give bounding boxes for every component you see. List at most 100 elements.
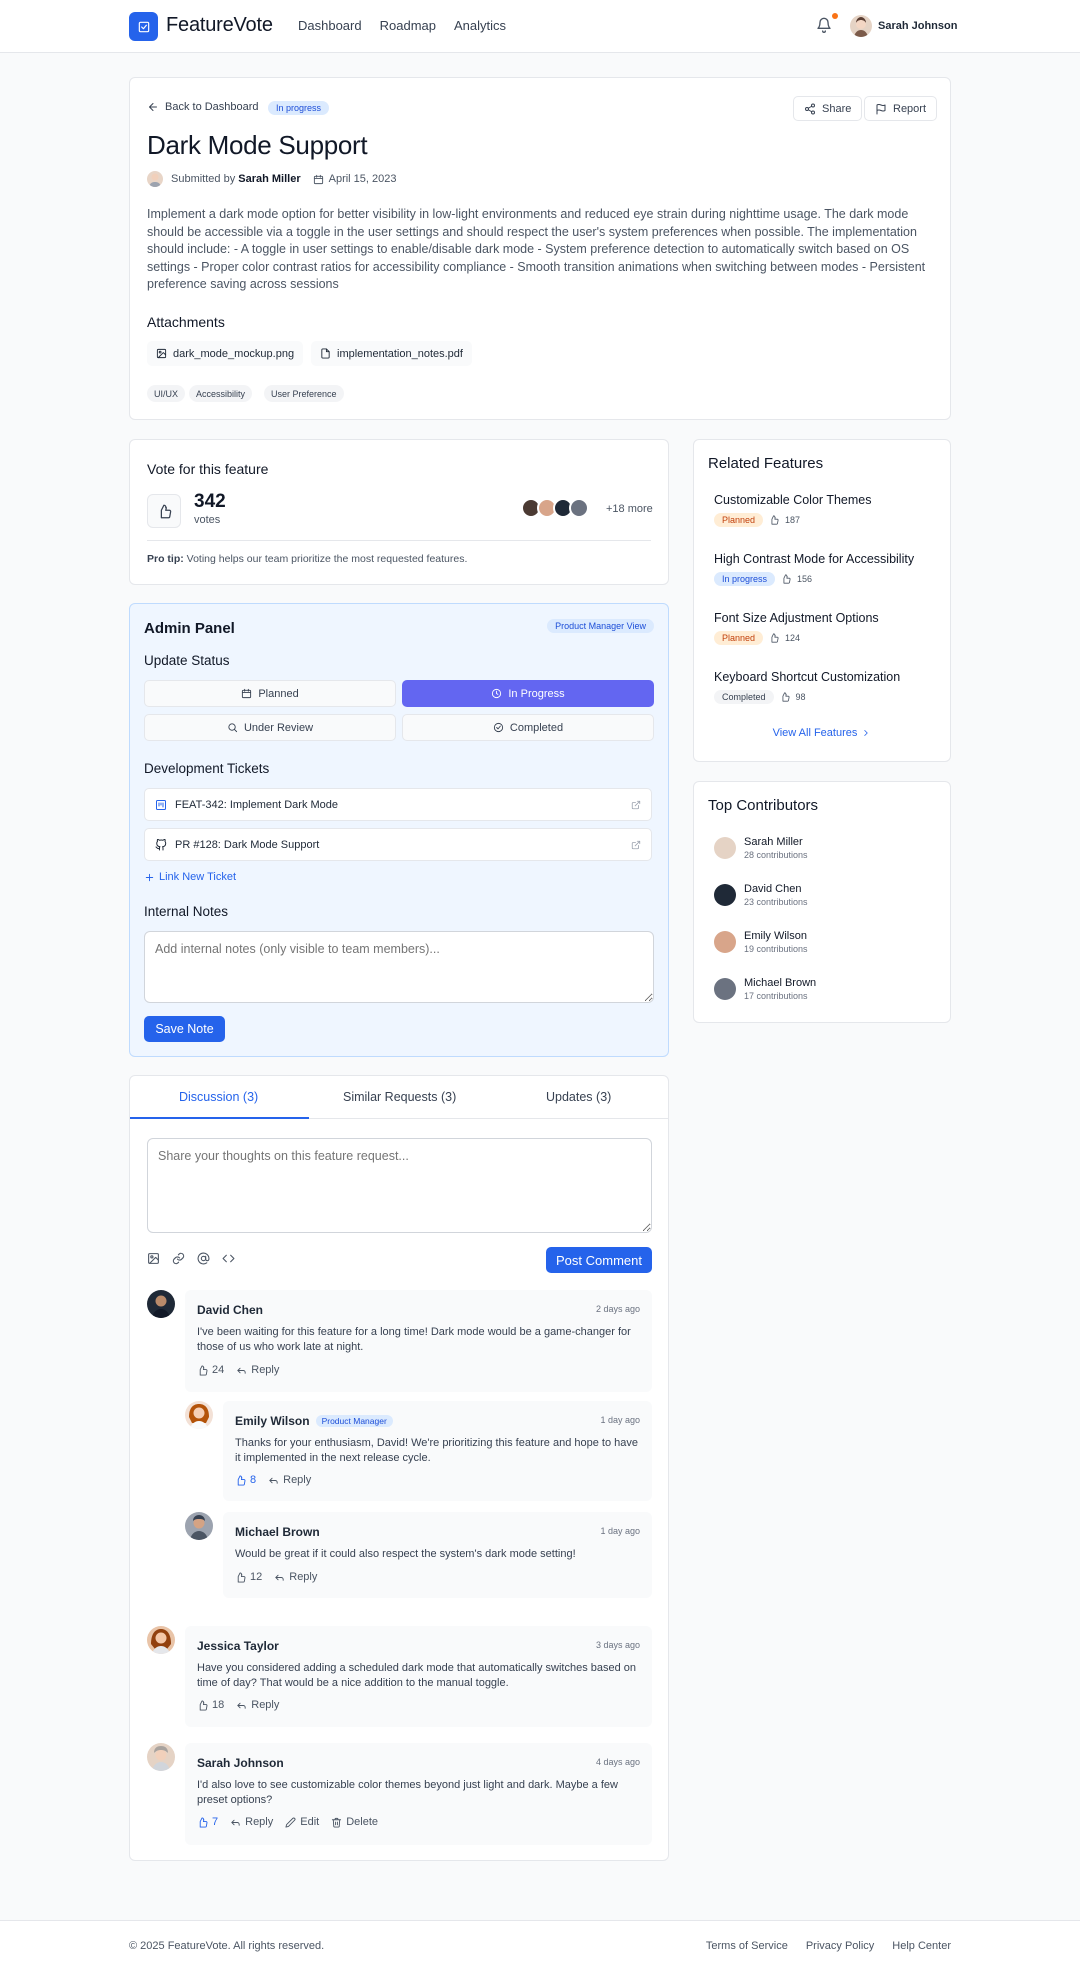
tab-discussion[interactable]: Discussion (3) <box>179 1090 258 1104</box>
user-avatar[interactable] <box>850 15 872 37</box>
more-voters[interactable]: +18 more <box>606 503 653 515</box>
status-in-progress-button[interactable]: In Progress <box>402 680 654 707</box>
reply-label: Reply <box>245 1816 274 1828</box>
logo-text[interactable]: FeatureVote <box>166 14 273 37</box>
reply-button[interactable]: Reply <box>274 1571 317 1583</box>
share-button[interactable]: Share <box>793 96 863 121</box>
comment-input[interactable] <box>147 1138 652 1233</box>
vote-card: Vote for this feature 342 votes +18 more… <box>129 439 669 585</box>
submitter-name[interactable]: Sarah Miller <box>238 173 300 185</box>
contributor-avatar <box>714 978 736 1000</box>
board-icon <box>156 799 166 810</box>
code-icon[interactable] <box>222 1252 235 1265</box>
ticket-item[interactable]: PR #128: Dark Mode Support <box>144 828 652 861</box>
save-note-button[interactable]: Save Note <box>144 1016 225 1042</box>
upvote-button[interactable] <box>147 494 181 528</box>
reply-icon <box>275 1574 284 1581</box>
related-feature-item[interactable]: Font Size Adjustment Options Planned 124 <box>714 611 879 645</box>
footer-link-privacy[interactable]: Privacy Policy <box>806 1940 874 1952</box>
commenter-avatar[interactable] <box>185 1401 213 1429</box>
related-feature-item[interactable]: Customizable Color Themes Planned 187 <box>714 493 871 527</box>
contributor-item[interactable]: Emily Wilson 19 contributions <box>714 930 808 954</box>
contributor-item[interactable]: Sarah Miller 28 contributions <box>714 836 808 860</box>
reply-button[interactable]: Reply <box>236 1699 279 1711</box>
notification-bell-icon[interactable] <box>816 17 832 33</box>
like-button[interactable]: 18 <box>197 1699 224 1711</box>
status-under-review-button[interactable]: Under Review <box>144 714 396 741</box>
arrow-left-icon <box>149 103 157 111</box>
report-button[interactable]: Report <box>864 96 938 121</box>
contributor-name: David Chen <box>744 883 802 895</box>
related-feature-item[interactable]: High Contrast Mode for Accessibility In … <box>714 552 914 586</box>
contributor-item[interactable]: David Chen 23 contributions <box>714 883 808 907</box>
tag-accessibility[interactable]: Accessibility <box>189 385 253 402</box>
comment: Jessica Taylor 3 days ago Have you consi… <box>185 1626 652 1727</box>
edit-button[interactable]: Edit <box>285 1816 319 1828</box>
status-label: Under Review <box>243 721 314 734</box>
attachment-image[interactable]: dark_mode_mockup.png <box>147 341 304 366</box>
footer-link-terms[interactable]: Terms of Service <box>706 1940 788 1952</box>
status-planned-button[interactable]: Planned <box>144 680 396 707</box>
commenter-avatar[interactable] <box>147 1743 175 1771</box>
chevron-right-icon <box>864 730 869 736</box>
like-button[interactable]: 8 <box>235 1474 256 1486</box>
image-icon <box>156 348 167 359</box>
like-button[interactable]: 24 <box>197 1364 224 1376</box>
commenter-name[interactable]: Emily Wilson Product Manager <box>235 1414 393 1428</box>
external-link-icon[interactable] <box>631 840 641 850</box>
external-link-icon[interactable] <box>631 800 641 810</box>
like-button[interactable]: 12 <box>235 1571 262 1583</box>
back-label: Back to Dashboard <box>165 101 259 113</box>
reply-button[interactable]: Reply <box>236 1364 279 1376</box>
back-link[interactable]: Back to Dashboard <box>147 101 259 113</box>
nav-roadmap[interactable]: Roadmap <box>380 18 436 33</box>
related-status-badge: Planned <box>714 631 764 645</box>
flag-icon <box>876 103 886 114</box>
related-features-card: Related Features Customizable Color Them… <box>693 439 951 762</box>
link-icon[interactable] <box>172 1252 185 1265</box>
view-all-features-link[interactable]: View All Features <box>694 727 950 739</box>
comment-toolbar <box>147 1252 235 1265</box>
nav-analytics[interactable]: Analytics <box>454 18 506 33</box>
ticket-item[interactable]: FEAT-342: Implement Dark Mode <box>144 788 652 821</box>
commenter-name[interactable]: Jessica Taylor <box>197 1639 279 1653</box>
like-count: 18 <box>212 1699 225 1711</box>
tag-user-preference[interactable]: User Preference <box>264 385 344 402</box>
link-ticket-label: Link New Ticket <box>159 871 237 883</box>
discussion-card: Discussion (3) Similar Requests (3) Upda… <box>129 1075 669 1861</box>
nav-dashboard[interactable]: Dashboard <box>298 18 362 33</box>
delete-button[interactable]: Delete <box>331 1816 378 1828</box>
commenter-name[interactable]: Michael Brown <box>235 1525 320 1539</box>
vote-unit: votes <box>194 514 221 526</box>
like-button[interactable]: 7 <box>197 1816 218 1828</box>
edit-label: Edit <box>300 1816 320 1828</box>
top-navbar: FeatureVote Dashboard Roadmap Analytics … <box>0 0 1080 53</box>
internal-notes-input[interactable] <box>144 931 654 1003</box>
contributor-name: Emily Wilson <box>744 930 807 942</box>
reply-button[interactable]: Reply <box>268 1474 311 1486</box>
post-comment-button[interactable]: Post Comment <box>546 1247 652 1273</box>
mention-icon[interactable] <box>197 1252 210 1265</box>
attachment-pdf[interactable]: implementation_notes.pdf <box>311 341 472 366</box>
tab-similar-requests[interactable]: Similar Requests (3) <box>343 1090 456 1104</box>
commenter-avatar[interactable] <box>147 1626 175 1654</box>
reply-button[interactable]: Reply <box>230 1816 273 1828</box>
footer-link-help[interactable]: Help Center <box>892 1940 951 1952</box>
user-name[interactable]: Sarah Johnson <box>878 20 957 32</box>
tag-uiux[interactable]: UI/UX <box>147 385 186 402</box>
commenter-name[interactable]: Sarah Johnson <box>197 1756 284 1770</box>
logo-icon[interactable] <box>129 12 158 41</box>
contributor-item[interactable]: Michael Brown 17 contributions <box>714 977 816 1001</box>
link-new-ticket[interactable]: Link New Ticket <box>144 871 236 883</box>
comment-text: Would be great if it could also respect … <box>235 1548 576 1560</box>
image-icon[interactable] <box>147 1252 160 1265</box>
related-feature-title: Customizable Color Themes <box>714 493 872 507</box>
status-completed-button[interactable]: Completed <box>402 714 654 741</box>
tab-updates[interactable]: Updates (3) <box>546 1090 611 1104</box>
commenter-avatar[interactable] <box>185 1512 213 1540</box>
contributor-avatar <box>714 931 736 953</box>
commenter-avatar[interactable] <box>147 1290 175 1318</box>
commenter-name[interactable]: David Chen <box>197 1303 263 1317</box>
related-feature-item[interactable]: Keyboard Shortcut Customization Complete… <box>714 670 900 704</box>
thumbs-up-icon <box>771 515 779 525</box>
